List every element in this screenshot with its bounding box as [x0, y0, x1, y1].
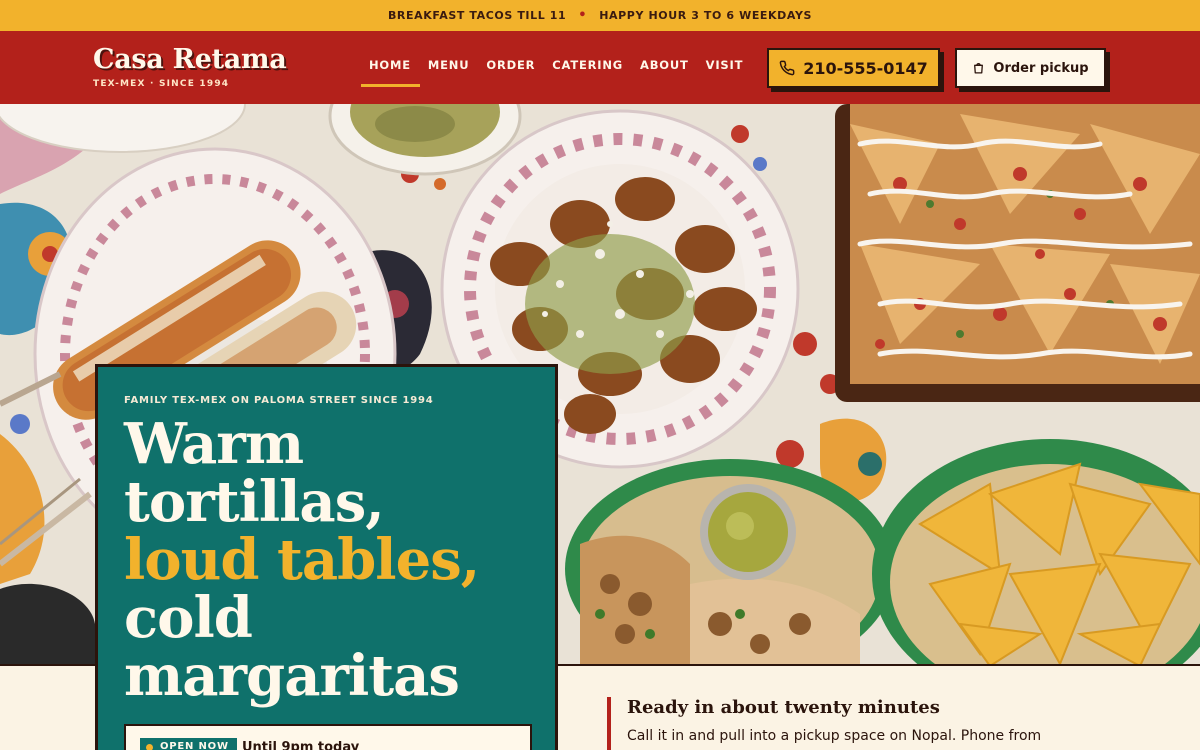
nav-item-about[interactable]: ABOUT	[632, 58, 698, 72]
pickup-info-text: Call it in and pull into a pickup space …	[627, 728, 1042, 744]
open-now-badge: OPEN NOW	[140, 738, 237, 750]
order-pickup-button[interactable]: Order pickup	[955, 48, 1106, 88]
pickup-info: Ready in about twenty minutes Call it in…	[607, 697, 1087, 750]
announcement-separator: •	[578, 8, 588, 23]
nav-item-catering[interactable]: CATERING	[544, 58, 632, 72]
open-hours: Until 9pm today	[242, 740, 360, 750]
announcement-breakfast: BREAKFAST TACOS TILL 11	[387, 9, 567, 22]
pickup-info-title: Ready in about twenty minutes	[627, 697, 940, 718]
hero-eyebrow: FAMILY TEX-MEX ON PALOMA STREET SINCE 19…	[124, 395, 434, 406]
headline-line-margaritas: margaritas	[124, 643, 460, 709]
open-status-box: OPEN NOW Until 9pm today	[124, 724, 532, 750]
brand-tagline: TEX-MEX · SINCE 1994	[93, 79, 230, 89]
phone-number: 210-555-0147	[803, 58, 928, 78]
phone-button[interactable]: 210-555-0147	[767, 48, 940, 88]
headline-highlight: loud tables,	[124, 527, 480, 593]
nav-item-menu[interactable]: MENU	[420, 58, 478, 72]
status-dot-icon	[146, 744, 153, 750]
headline-line-tortillas: tortillas,	[124, 469, 385, 535]
headline-line-warm: Warm	[124, 411, 304, 477]
nav-item-visit[interactable]: VISIT	[698, 58, 753, 72]
nav-item-home[interactable]: HOME	[361, 58, 420, 87]
main-nav: HOME MENU ORDER CATERING ABOUT VISIT	[361, 58, 753, 87]
brand-name[interactable]: Casa Retama	[93, 44, 287, 75]
hero-card: FAMILY TEX-MEX ON PALOMA STREET SINCE 19…	[95, 364, 558, 750]
phone-icon	[779, 60, 795, 76]
shopping-bag-icon	[974, 63, 984, 74]
open-now-label: OPEN NOW	[160, 741, 229, 750]
order-pickup-label: Order pickup	[993, 60, 1089, 76]
site-header: Casa Retama TEX-MEX · SINCE 1994 HOME ME…	[0, 31, 1200, 104]
announcement-happy-hour: HAPPY HOUR 3 TO 6 WEEKDAYS	[599, 9, 813, 22]
announcement-bar: BREAKFAST TACOS TILL 11 • HAPPY HOUR 3 T…	[0, 0, 1200, 31]
hero-headline: Warm tortillas, loud tables, cold margar…	[124, 415, 544, 705]
nav-item-order[interactable]: ORDER	[478, 58, 544, 72]
headline-line-cold: cold	[124, 585, 253, 651]
